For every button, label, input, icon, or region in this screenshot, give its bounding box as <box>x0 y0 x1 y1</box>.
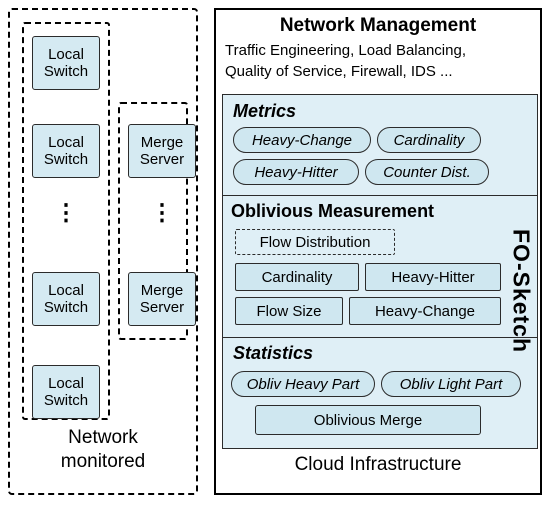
vertical-ellipsis-switches: ⋮ <box>32 199 100 225</box>
diagram-root: Local Switch Local Switch Local Switch L… <box>0 0 550 507</box>
divider-metrics-oblivious <box>223 195 537 196</box>
local-switch-2-line2: Switch <box>43 151 89 168</box>
network-monitored-panel: Local Switch Local Switch Local Switch L… <box>8 8 198 495</box>
divider-oblivious-statistics <box>223 337 537 338</box>
local-switch-box-1: Local Switch <box>32 36 100 90</box>
section-title-metrics: Metrics <box>233 101 297 121</box>
statistics-item-oblivious-merge[interactable]: Oblivious Merge <box>255 405 481 435</box>
metrics-item-heavy-hitter[interactable]: Heavy-Hitter <box>233 159 359 185</box>
local-switch-3-line2: Switch <box>43 299 89 316</box>
network-management-subtitle-line1: Traffic Engineering, Load Balancing, <box>225 42 466 59</box>
network-management-title: Network Management <box>279 15 477 36</box>
network-monitored-inner: Local Switch Local Switch Local Switch L… <box>10 10 196 493</box>
local-switch-box-4: Local Switch <box>32 365 100 419</box>
merge-server-box-2: Merge Server <box>128 272 196 326</box>
oblivious-item-heavy-change[interactable]: Heavy-Change <box>349 297 501 325</box>
fo-sketch-label: FO-Sketch <box>508 228 535 354</box>
network-management-subtitle: Traffic Engineering, Load Balancing, Qua… <box>216 38 540 82</box>
cloud-infrastructure-panel: Network Management Traffic Engineering, … <box>214 8 542 495</box>
vertical-ellipsis-switches-glyph: ⋮ <box>54 199 78 225</box>
network-management-subtitle-line2: Quality of Service, Firewall, IDS ... <box>225 63 453 80</box>
local-switch-1-line2: Switch <box>43 63 89 80</box>
local-switch-4-line1: Local <box>48 375 84 392</box>
metrics-item-heavy-change[interactable]: Heavy-Change <box>233 127 371 153</box>
network-monitored-caption-line2: monitored <box>60 451 146 472</box>
fo-sketch-body: FO-Sketch Metrics Heavy-Change Cardinali… <box>222 94 538 449</box>
oblivious-item-cardinality[interactable]: Cardinality <box>235 263 359 291</box>
oblivious-item-flow-size[interactable]: Flow Size <box>235 297 343 325</box>
merge-server-1-line1: Merge <box>140 134 184 151</box>
network-monitored-caption: Network monitored <box>10 426 196 474</box>
oblivious-item-heavy-hitter[interactable]: Heavy-Hitter <box>365 263 501 291</box>
local-switch-box-3: Local Switch <box>32 272 100 326</box>
oblivious-item-flow-distribution[interactable]: Flow Distribution <box>235 229 395 255</box>
merge-server-2-line2: Server <box>139 299 185 316</box>
metrics-item-cardinality[interactable]: Cardinality <box>377 127 481 153</box>
statistics-item-obliv-light-part[interactable]: Obliv Light Part <box>381 371 521 397</box>
local-switch-box-2: Local Switch <box>32 124 100 178</box>
local-switch-3-line1: Local <box>48 282 84 299</box>
vertical-ellipsis-merge-servers-glyph: ⋮ <box>150 199 174 225</box>
section-title-oblivious-measurement: Oblivious Measurement <box>231 201 435 221</box>
section-title-statistics: Statistics <box>233 343 314 363</box>
merge-server-2-line1: Merge <box>140 282 184 299</box>
network-monitored-caption-line1: Network <box>68 427 138 448</box>
local-switch-4-line2: Switch <box>43 392 89 409</box>
merge-server-1-line2: Server <box>139 151 185 168</box>
local-switch-1-line1: Local <box>48 46 84 63</box>
merge-server-box-1: Merge Server <box>128 124 196 178</box>
network-management-header: Network Management Traffic Engineering, … <box>216 10 540 94</box>
statistics-item-obliv-heavy-part[interactable]: Obliv Heavy Part <box>231 371 375 397</box>
local-switch-2-line1: Local <box>48 134 84 151</box>
metrics-item-counter-dist[interactable]: Counter Dist. <box>365 159 489 185</box>
cloud-infrastructure-caption: Cloud Infrastructure <box>294 454 462 475</box>
vertical-ellipsis-merge-servers: ⋮ <box>128 199 196 225</box>
